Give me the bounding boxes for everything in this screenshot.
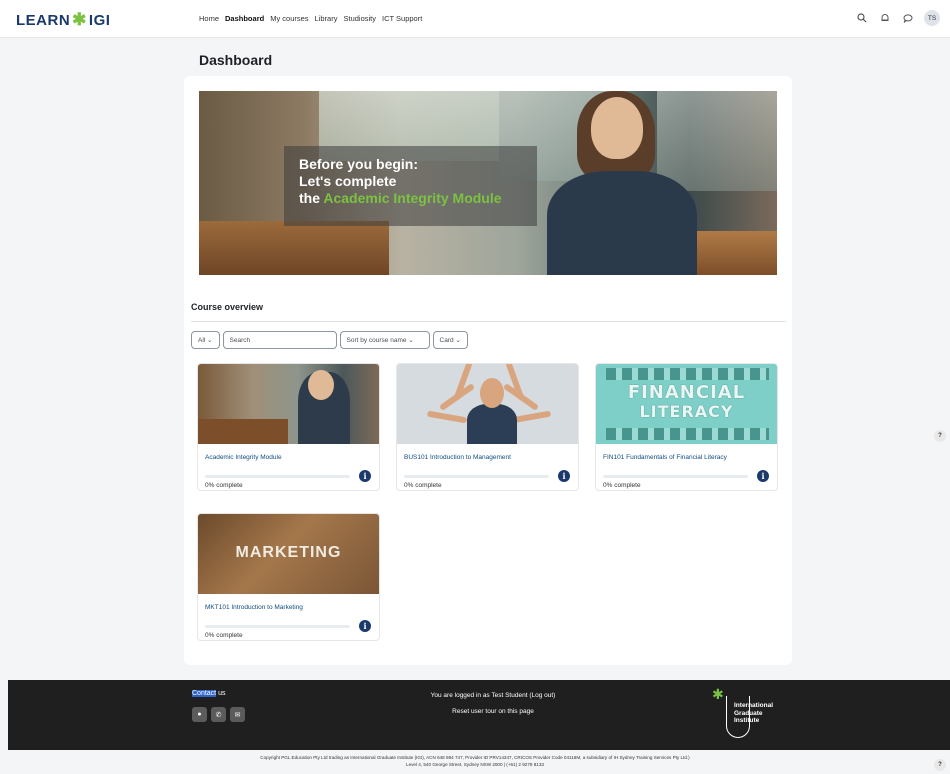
chat-icon[interactable] <box>901 11 915 25</box>
bell-icon[interactable] <box>878 11 892 25</box>
course-image-word: MARKETING <box>235 544 342 561</box>
progress-bar <box>404 475 549 478</box>
info-icon[interactable]: i <box>359 470 371 482</box>
view-dropdown[interactable]: Card ⌄ <box>432 331 468 349</box>
nav-library[interactable]: Library <box>315 14 338 23</box>
footer-logo: ✱ International Graduate Institute <box>712 686 802 744</box>
copyright: Copyright PGL Education Pty Ltd trading … <box>260 755 690 767</box>
user-avatar[interactable]: TS <box>924 10 940 26</box>
progress-bar <box>603 475 748 478</box>
progress-text: 0% complete <box>603 482 641 489</box>
nav-home[interactable]: Home <box>199 14 219 23</box>
course-name-link[interactable]: Academic Integrity Module <box>205 454 282 461</box>
info-icon[interactable]: i <box>558 470 570 482</box>
top-navbar: LEARN ✱ IGI Home Dashboard My courses Li… <box>0 0 950 38</box>
course-image[interactable] <box>198 364 379 444</box>
divider <box>191 321 786 322</box>
hero-line-2: Let's complete <box>299 173 397 189</box>
course-image[interactable] <box>397 364 578 444</box>
logo-star-icon: ✱ <box>712 686 724 702</box>
nav-dashboard[interactable]: Dashboard <box>225 14 264 23</box>
logo-text-learn: LEARN <box>16 11 71 29</box>
course-image-word: FINANCIAL <box>627 382 746 403</box>
course-image[interactable]: MARKETING <box>198 514 379 594</box>
hero-line-3: the Academic Integrity Module <box>299 190 502 206</box>
hero-line-1: Before you begin: <box>299 156 419 172</box>
site-logo[interactable]: LEARN ✱ IGI <box>16 10 110 30</box>
course-card[interactable]: BUS101 Introduction to Management 0% com… <box>396 363 579 491</box>
help-icon[interactable]: ? <box>934 759 946 771</box>
course-filters: All ⌄ Search Sort by course name ⌄ Card … <box>191 331 468 349</box>
search-icon[interactable] <box>855 11 869 25</box>
mail-icon[interactable]: ✉ <box>230 707 245 722</box>
hero-highlight: Academic Integrity Module <box>323 190 502 206</box>
nav-my-courses[interactable]: My courses <box>270 14 308 23</box>
contact-buttons: ● ✆ ✉ <box>192 707 245 722</box>
progress-bar <box>205 625 350 628</box>
hero-image-table <box>199 221 389 275</box>
progress-text: 0% complete <box>404 482 442 489</box>
course-card[interactable]: FINANCIAL LITERACY FIN101 Fundamentals o… <box>595 363 778 491</box>
course-search-input[interactable]: Search <box>222 331 337 349</box>
contact-heading: Contact us <box>192 690 226 697</box>
course-name-link[interactable]: FIN101 Fundamentals of Financial Literac… <box>603 454 727 461</box>
course-image[interactable]: FINANCIAL LITERACY <box>596 364 777 444</box>
sort-dropdown[interactable]: Sort by course name ⌄ <box>339 331 430 349</box>
course-card[interactable]: Academic Integrity Module 0% complete i <box>197 363 380 491</box>
info-icon[interactable]: i <box>757 470 769 482</box>
progress-bar <box>205 475 350 478</box>
footer-login-info: You are logged in as Test Student (Log o… <box>388 692 598 715</box>
progress-text: 0% complete <box>205 632 243 639</box>
grouping-dropdown[interactable]: All ⌄ <box>191 331 220 349</box>
info-icon[interactable]: i <box>359 620 371 632</box>
logo-text-igi: IGI <box>88 11 111 29</box>
hero-text: Before you begin: Let's complete the Aca… <box>299 156 502 207</box>
course-card[interactable]: MARKETING MKT101 Introduction to Marketi… <box>197 513 380 641</box>
reset-tour-link[interactable]: Reset user tour on this page <box>388 708 598 715</box>
course-image-word: LITERACY <box>639 402 734 421</box>
help-icon[interactable]: ? <box>934 430 946 442</box>
globe-icon[interactable]: ● <box>192 707 207 722</box>
hero-image-person <box>537 91 697 275</box>
footer-logo-text: International Graduate Institute <box>734 702 774 724</box>
course-name-link[interactable]: MKT101 Introduction to Marketing <box>205 604 303 611</box>
page: LEARN ✱ IGI Home Dashboard My courses Li… <box>0 0 950 774</box>
primary-nav: Home Dashboard My courses Library Studio… <box>199 14 422 23</box>
page-title: Dashboard <box>199 52 273 68</box>
navbar-actions: TS <box>855 10 940 26</box>
logged-in-text[interactable]: You are logged in as Test Student (Log o… <box>388 692 598 699</box>
hero-banner[interactable]: Before you begin: Let's complete the Aca… <box>199 91 777 275</box>
course-name-link[interactable]: BUS101 Introduction to Management <box>404 454 511 461</box>
progress-text: 0% complete <box>205 482 243 489</box>
nav-studiosity[interactable]: Studiosity <box>343 14 376 23</box>
logo-star-icon: ✱ <box>72 10 87 29</box>
nav-ict-support[interactable]: ICT Support <box>382 14 422 23</box>
dashboard-card: Before you begin: Let's complete the Aca… <box>184 76 792 665</box>
course-overview-title: Course overview <box>191 302 264 312</box>
phone-icon[interactable]: ✆ <box>211 707 226 722</box>
site-footer: Contact us ● ✆ ✉ You are logged in as Te… <box>8 680 950 750</box>
